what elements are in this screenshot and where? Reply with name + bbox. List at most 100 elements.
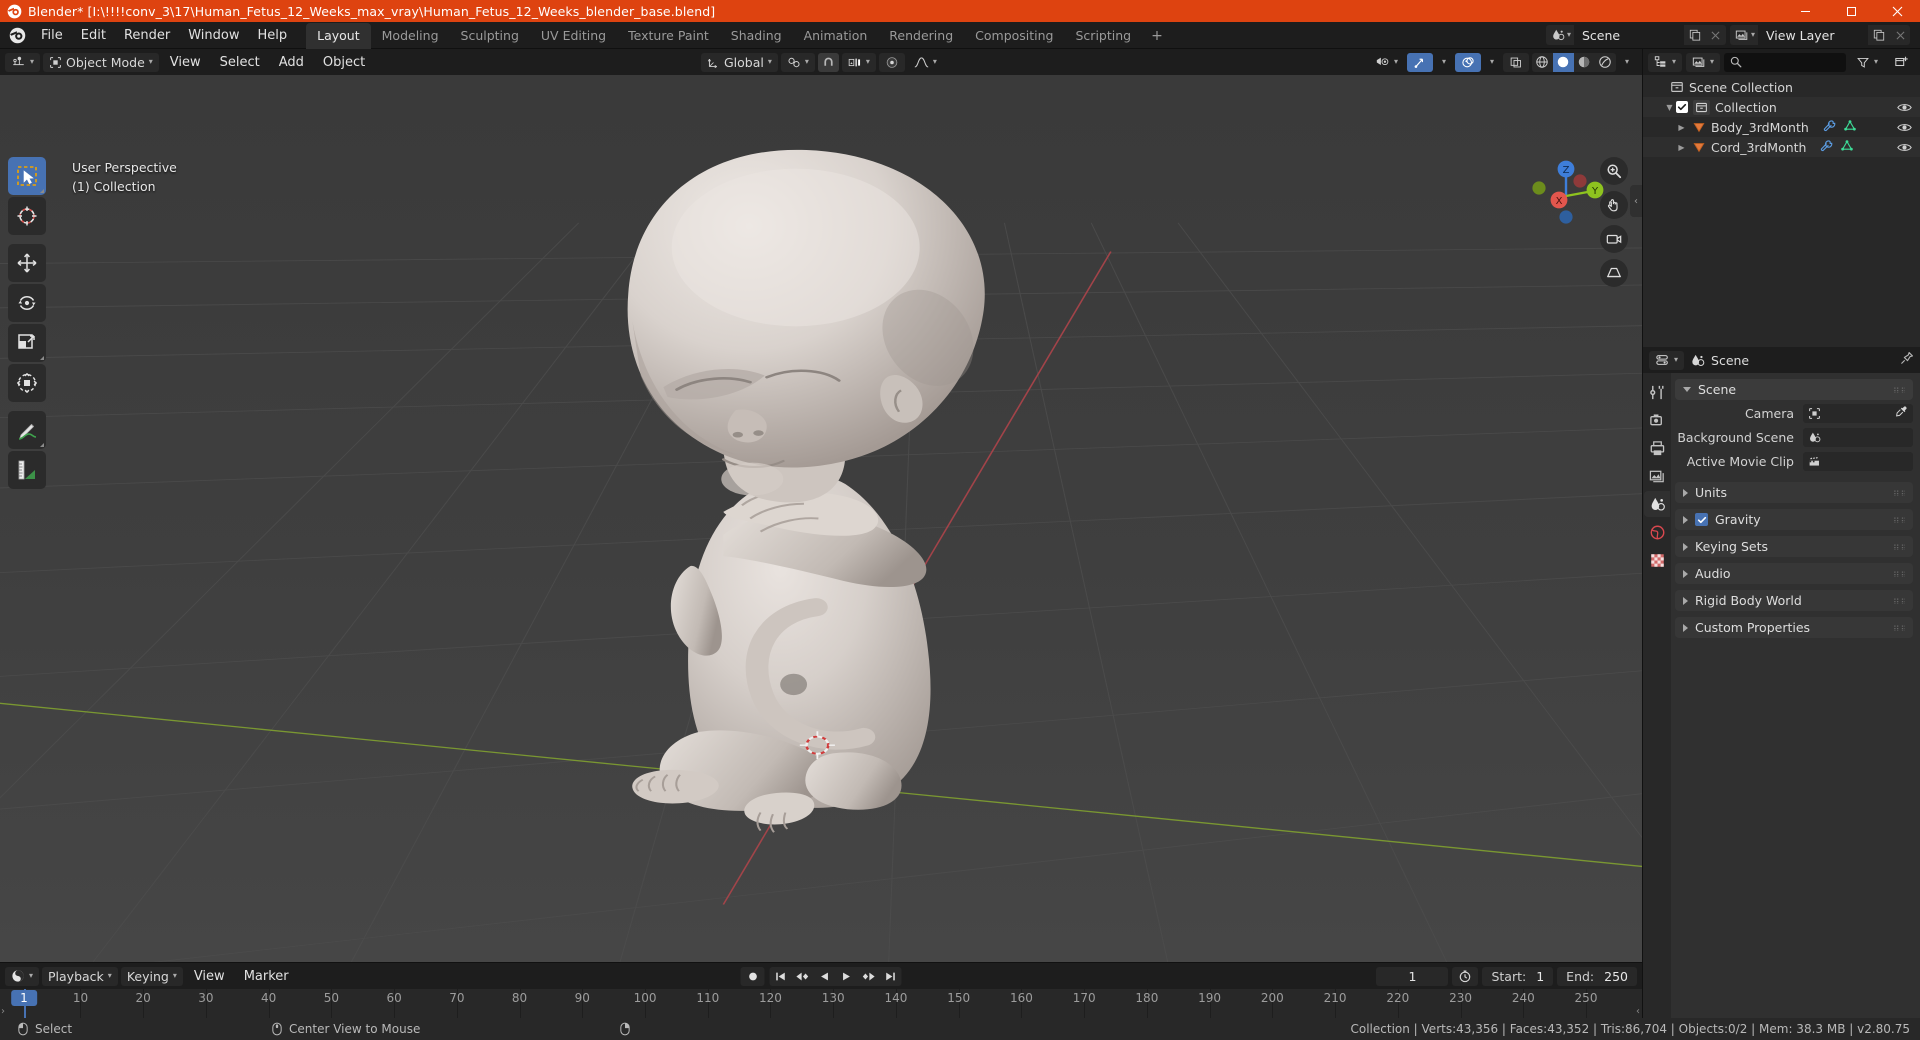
timeline-left-arrow-icon[interactable]: › <box>1 1006 5 1017</box>
proportional-editing-toggle[interactable] <box>878 52 905 72</box>
jump-to-start-button[interactable] <box>770 967 792 986</box>
panel-units-header[interactable]: Units ⣿⣿ <box>1675 482 1913 503</box>
tab-texture-paint[interactable]: Texture Paint <box>617 23 720 49</box>
outliner-row-scene-collection[interactable]: Scene Collection <box>1643 77 1920 97</box>
tool-transform[interactable] <box>8 364 46 402</box>
frame-start-field[interactable]: Start: 1 <box>1482 966 1554 986</box>
outliner-row-collection[interactable]: ▼ Collection <box>1643 97 1920 117</box>
transform-orientation-selector[interactable]: Global ▾ <box>701 52 778 72</box>
tab-scripting[interactable]: Scripting <box>1065 23 1143 49</box>
timeline-menu-view[interactable]: View <box>186 967 233 986</box>
outliner-row-body-3rdmonth[interactable]: ▶ Body_3rdMonth <box>1643 117 1920 137</box>
tool-select-box[interactable] <box>8 157 46 195</box>
hide-in-viewport-icon[interactable] <box>1897 121 1912 134</box>
viewport-menu-view[interactable]: View <box>162 53 209 72</box>
toggle-ortho-perspective-icon[interactable] <box>1600 259 1628 287</box>
current-frame-field[interactable]: 1 <box>1376 966 1449 986</box>
camera-view-icon[interactable] <box>1600 225 1628 253</box>
snap-target-selector[interactable]: ▾ <box>841 52 876 72</box>
shading-options-dropdown[interactable]: ▾ <box>1619 53 1635 72</box>
tab-layout[interactable]: Layout <box>306 22 371 49</box>
panel-scene-header[interactable]: Scene ⣿⣿ <box>1675 379 1913 400</box>
outliner-row-cord-3rdmonth[interactable]: ▶ Cord_3rdMonth <box>1643 137 1920 157</box>
move-view-icon[interactable] <box>1600 191 1628 219</box>
shading-rendered-button[interactable] <box>1595 53 1616 72</box>
tab-output[interactable] <box>1644 435 1670 461</box>
visibility-selector[interactable]: ▾ <box>1369 53 1404 72</box>
maximize-button[interactable] <box>1828 0 1874 22</box>
tool-annotate[interactable] <box>8 411 46 449</box>
tab-texture[interactable] <box>1644 547 1670 573</box>
disclosure-triangle-icon[interactable]: ▶ <box>1675 143 1688 152</box>
shading-wireframe-button[interactable] <box>1532 53 1553 72</box>
viewport-menu-add[interactable]: Add <box>271 53 312 72</box>
tab-animation[interactable]: Animation <box>793 23 879 49</box>
timeline-menu-marker[interactable]: Marker <box>236 967 297 986</box>
gizmo-toggle[interactable] <box>1406 52 1433 72</box>
editor-type-timeline-icon[interactable]: ▾ <box>5 966 40 986</box>
use-preview-range-button[interactable] <box>1452 966 1479 986</box>
collection-checkbox[interactable] <box>1676 101 1688 113</box>
play-reverse-button[interactable] <box>814 967 836 986</box>
add-workspace-button[interactable]: + <box>1142 23 1172 49</box>
frame-end-field[interactable]: End: 250 <box>1557 966 1637 986</box>
editor-type-3dview-icon[interactable]: ▾ <box>5 52 41 72</box>
wrench-icon[interactable] <box>1820 139 1834 156</box>
mesh-data-icon[interactable] <box>1840 139 1854 156</box>
editor-type-properties-icon[interactable]: ▾ <box>1649 350 1685 370</box>
pin-icon[interactable] <box>1900 351 1914 369</box>
view-layer-selector[interactable]: ▾ View Layer <box>1729 25 1910 45</box>
outliner-display-mode-selector[interactable]: ▾ <box>1686 52 1721 72</box>
snap-settings-button[interactable]: ▾ <box>780 52 815 72</box>
tab-uv-editing[interactable]: UV Editing <box>530 23 617 49</box>
wrench-icon[interactable] <box>1823 119 1837 136</box>
sidebar-toggle[interactable]: ‹ <box>1630 185 1642 217</box>
disclosure-triangle-icon[interactable]: ▶ <box>1675 123 1688 132</box>
minimize-button[interactable] <box>1782 0 1828 22</box>
viewport-3d[interactable]: User Perspective (1) Collection Z Y X ‹ <box>0 75 1642 962</box>
panel-rigid-body-world-header[interactable]: Rigid Body World ⣿⣿ <box>1675 590 1913 611</box>
snap-magnet-icon[interactable] <box>817 52 839 72</box>
remove-view-layer-button[interactable] <box>1890 25 1910 45</box>
shading-solid-button[interactable] <box>1552 52 1574 72</box>
jump-to-prev-keyframe-button[interactable] <box>792 967 814 986</box>
menu-window[interactable]: Window <box>179 25 248 46</box>
tool-rotate[interactable] <box>8 284 46 322</box>
scene-name[interactable]: Scene <box>1573 25 1684 45</box>
panel-keying-sets-header[interactable]: Keying Sets ⣿⣿ <box>1675 536 1913 557</box>
tab-render[interactable] <box>1644 407 1670 433</box>
outliner-search-input[interactable] <box>1724 52 1846 72</box>
unlink-scene-button[interactable] <box>1705 25 1726 45</box>
tab-compositing[interactable]: Compositing <box>964 23 1064 49</box>
tab-modeling[interactable]: Modeling <box>371 23 450 49</box>
hide-in-viewport-icon[interactable] <box>1897 141 1912 154</box>
viewport-menu-object[interactable]: Object <box>315 53 373 72</box>
xray-toggle[interactable] <box>1502 52 1529 72</box>
new-view-layer-button[interactable] <box>1868 25 1890 45</box>
background-scene-field[interactable] <box>1803 428 1913 447</box>
gravity-checkbox[interactable] <box>1695 513 1708 526</box>
timeline-scrubber[interactable]: › ‹ 10 20 30 40 50 60 70 80 90 100 110 120 130 140 150… <box>0 989 1642 1018</box>
tab-view-layer[interactable] <box>1644 463 1670 489</box>
viewport-menu-select[interactable]: Select <box>212 53 268 72</box>
proportional-falloff-selector[interactable]: ▾ <box>908 53 943 72</box>
panel-gravity-header[interactable]: Gravity ⣿⣿ <box>1675 509 1913 530</box>
tool-measure[interactable] <box>8 451 46 489</box>
close-button[interactable] <box>1874 0 1920 22</box>
mode-selector[interactable]: Object Mode ▾ <box>43 52 159 72</box>
overlays-toggle[interactable] <box>1454 52 1481 72</box>
timeline-playhead-label[interactable]: 1 <box>11 990 37 1006</box>
timeline-menu-keying[interactable]: Keying ▾ <box>120 966 183 986</box>
timeline-right-arrow-icon[interactable]: ‹ <box>1636 1006 1640 1017</box>
tab-rendering[interactable]: Rendering <box>878 23 964 49</box>
disclosure-triangle-icon[interactable]: ▼ <box>1663 103 1676 112</box>
overlays-options-dropdown[interactable]: ▾ <box>1484 53 1500 72</box>
auto-keying-button[interactable] <box>740 966 765 986</box>
shading-material-preview-button[interactable] <box>1574 53 1595 72</box>
play-button[interactable] <box>836 967 858 986</box>
view-layer-icon[interactable]: ▾ <box>1729 25 1758 45</box>
tool-cursor[interactable] <box>8 197 46 235</box>
filter-icon[interactable]: ▾ <box>1850 53 1884 72</box>
eyedropper-icon[interactable] <box>1895 405 1908 422</box>
menu-help[interactable]: Help <box>249 25 297 46</box>
